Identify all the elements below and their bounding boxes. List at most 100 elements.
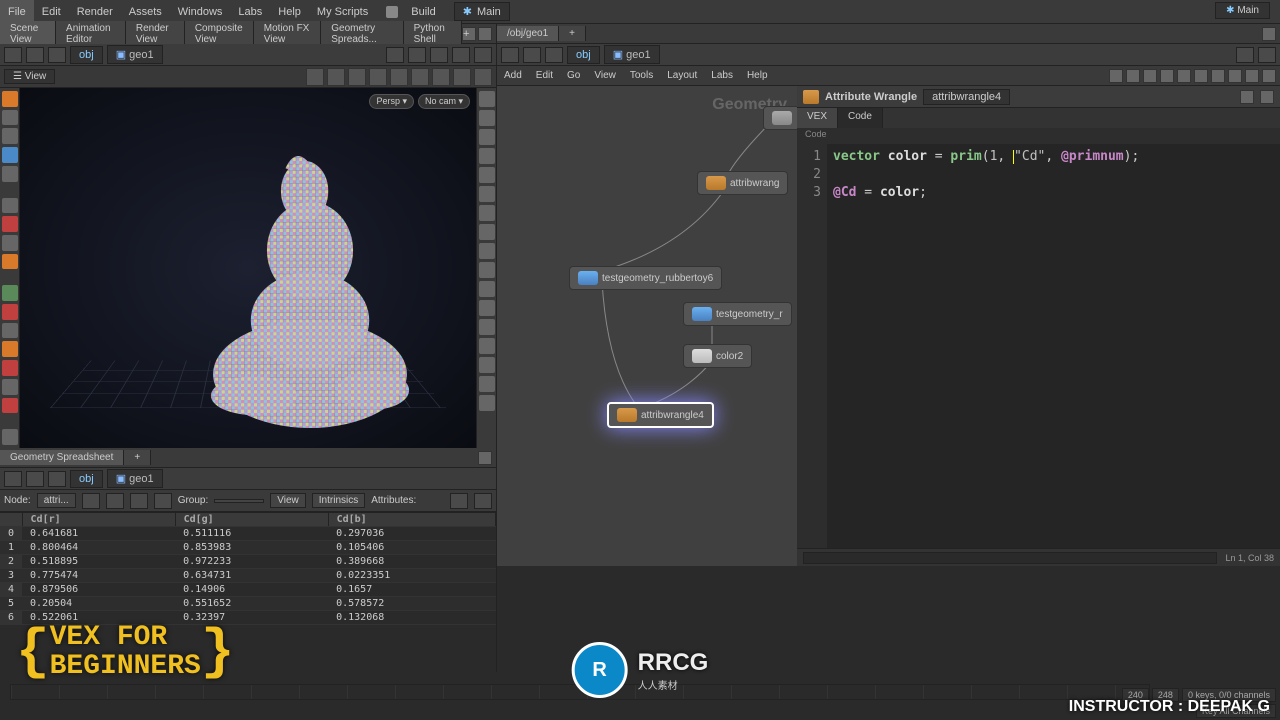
net-ico8-icon[interactable] [1228, 69, 1242, 83]
sheet-fwd-icon[interactable] [26, 471, 44, 487]
tool-b-icon[interactable] [2, 304, 18, 320]
disp-tool16-icon[interactable] [479, 376, 495, 392]
net-menu-layout[interactable]: Layout [660, 64, 704, 88]
viewport-3d[interactable]: Persp ▾ No cam ▾ [20, 88, 476, 448]
tool-f-icon[interactable] [2, 379, 18, 395]
table-row[interactable]: 40.8795060.149060.1657 [0, 583, 496, 597]
vp-tool4-icon[interactable] [369, 68, 387, 86]
net-opt2-icon[interactable] [1258, 47, 1276, 63]
timeline-keys[interactable]: 0 keys, 0/0 channels [1182, 688, 1276, 702]
node-color2[interactable]: color2 [683, 344, 752, 368]
node-editor[interactable]: Geometry attribwrang testgeometry_rubber… [497, 86, 797, 566]
tab-render-view[interactable]: Render View [126, 21, 185, 47]
tool-e-icon[interactable] [2, 360, 18, 376]
wrangle-gear-icon[interactable] [1240, 90, 1254, 104]
disp-tool13-icon[interactable] [479, 319, 495, 335]
wrangle-name-field[interactable]: attribwrangle4 [923, 89, 1010, 105]
tab-motionfx-view[interactable]: Motion FX View [254, 21, 321, 47]
sheet-tab-geom[interactable]: Geometry Spreadsheet [0, 450, 124, 465]
path-opt5-icon[interactable] [474, 47, 492, 63]
vp-tool8-icon[interactable] [453, 68, 471, 86]
disp-tool3-icon[interactable] [479, 129, 495, 145]
net-ico6-icon[interactable] [1194, 69, 1208, 83]
sheet-geo1[interactable]: ▣ geo1 [107, 469, 163, 488]
net-menu-add[interactable]: Add [497, 64, 529, 88]
code-area[interactable]: 123 vector color = prim(1, "Cd", @primnu… [797, 144, 1280, 548]
net-ico3-icon[interactable] [1143, 69, 1157, 83]
net-opt-icon[interactable] [1262, 27, 1276, 41]
vp-tool7-icon[interactable] [432, 68, 450, 86]
net-opt1-icon[interactable] [1236, 47, 1254, 63]
net-menu-labs[interactable]: Labs [704, 64, 740, 88]
tab-add-network[interactable]: + [559, 26, 586, 41]
vp-tool5-icon[interactable] [390, 68, 408, 86]
vp-tool6-icon[interactable] [411, 68, 429, 86]
path-home-icon[interactable] [48, 47, 66, 63]
timeline-start[interactable]: 240 [1122, 688, 1149, 702]
sheet-view-drop[interactable]: View [270, 493, 306, 508]
wrangle-help-icon[interactable] [1260, 90, 1274, 104]
tool-scale-icon[interactable] [2, 147, 18, 163]
disp-tool14-icon[interactable] [479, 338, 495, 354]
sheet-icon-prim[interactable] [106, 493, 124, 509]
col-cdg[interactable]: Cd[g] [175, 513, 328, 527]
disp-tool17-icon[interactable] [479, 395, 495, 411]
disp-tool6-icon[interactable] [479, 186, 495, 202]
tool-a-icon[interactable] [2, 285, 18, 301]
net-geo1[interactable]: ▣ geo1 [604, 45, 660, 64]
node-top[interactable] [763, 106, 797, 130]
vp-tool1-icon[interactable] [306, 68, 324, 86]
table-row[interactable]: 30.7754740.6347310.0223351 [0, 569, 496, 583]
net-ico9-icon[interactable] [1245, 69, 1259, 83]
tool-move-icon[interactable] [2, 128, 18, 144]
tab-scene-view[interactable]: Scene View [0, 21, 56, 47]
net-ico7-icon[interactable] [1211, 69, 1225, 83]
vp-tool9-icon[interactable] [474, 68, 492, 86]
sheet-home-icon[interactable] [48, 471, 66, 487]
main-dropdown[interactable]: ✱ Main [454, 2, 510, 21]
desktop-selector[interactable]: ✱ Main [1215, 2, 1270, 19]
net-ico4-icon[interactable] [1160, 69, 1174, 83]
tab-geom-spreadsheet[interactable]: Geometry Spreads... [321, 21, 403, 47]
nocam-pill[interactable]: No cam ▾ [418, 94, 470, 109]
table-row[interactable]: 50.205040.5516520.578572 [0, 597, 496, 611]
tool-create-icon[interactable] [2, 91, 18, 107]
net-ico1-icon[interactable] [1109, 69, 1123, 83]
net-ico2-icon[interactable] [1126, 69, 1140, 83]
net-ico10-icon[interactable] [1262, 69, 1276, 83]
sheet-tab-add[interactable]: + [124, 450, 151, 465]
code-body[interactable]: vector color = prim(1, "Cd", @primnum); … [827, 144, 1280, 548]
col-cdr[interactable]: Cd[r] [22, 513, 175, 527]
disp-tool15-icon[interactable] [479, 357, 495, 373]
net-back-icon[interactable] [501, 47, 519, 63]
sheet-help-icon[interactable] [474, 493, 492, 509]
net-home-icon[interactable] [545, 47, 563, 63]
timeline[interactable] [10, 684, 1150, 700]
path-geo1[interactable]: ▣ geo1 [107, 45, 163, 64]
tool-arrow-icon[interactable] [2, 198, 18, 214]
build-icon[interactable] [386, 6, 398, 18]
node-value[interactable]: attri... [37, 493, 76, 508]
tab-python-shell[interactable]: Python Shell [404, 21, 462, 47]
net-menu-view[interactable]: View [587, 64, 623, 88]
timeline-end[interactable]: 248 [1152, 688, 1179, 702]
disp-tool10-icon[interactable] [479, 262, 495, 278]
node-attribwrangle4[interactable]: attribwrangle4 [607, 402, 714, 428]
tool-d-icon[interactable] [2, 341, 18, 357]
wrangle-tab-code[interactable]: Code [838, 108, 883, 128]
disp-tool8-icon[interactable] [479, 224, 495, 240]
tool-light-icon[interactable] [2, 254, 18, 270]
persp-pill[interactable]: Persp ▾ [369, 94, 414, 109]
wrangle-tab-vex[interactable]: VEX [797, 108, 838, 128]
node-testgeo2[interactable]: testgeometry_r [683, 302, 792, 326]
tab-dropdown-icon[interactable] [478, 27, 492, 41]
disp-tool2-icon[interactable] [479, 110, 495, 126]
view-dropdown[interactable]: ☰ View [4, 69, 55, 84]
tool-axis-icon[interactable] [2, 429, 18, 445]
disp-tool11-icon[interactable] [479, 281, 495, 297]
path-back-icon[interactable] [4, 47, 22, 63]
vp-tool3-icon[interactable] [348, 68, 366, 86]
net-menu-help[interactable]: Help [740, 64, 775, 88]
tab-anim-editor[interactable]: Animation Editor [56, 21, 126, 47]
path-opt1-icon[interactable] [386, 47, 404, 63]
